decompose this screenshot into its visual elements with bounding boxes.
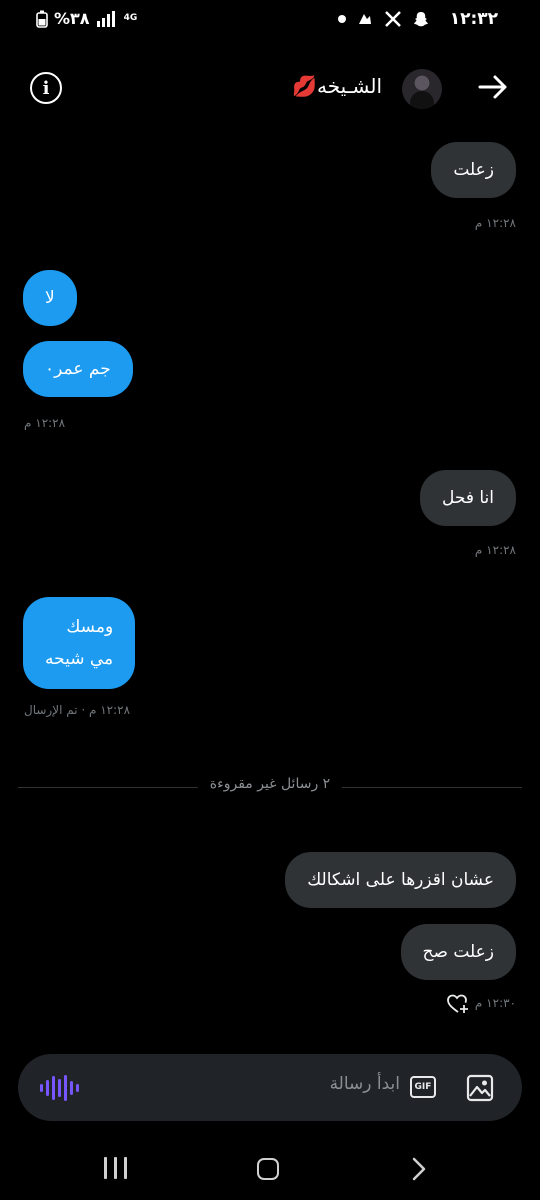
avatar[interactable] [402,69,442,109]
message-input[interactable]: ابدأ رسالة [200,1074,400,1094]
react-heart-add-icon[interactable] [446,993,470,1015]
message-bubble-incoming[interactable]: جم عمر٠ [23,341,133,397]
conversation-header: i الشـيخه💋 [0,60,540,118]
message-timestamp: ١٢:٢٨ م [474,216,516,230]
message-status: ١٢:٢٨ م · تم الإرسال [24,703,131,717]
home-icon[interactable] [257,1158,279,1180]
contact-name[interactable]: الشـيخه💋 [292,74,382,98]
message-bubble-outgoing[interactable]: زعلت [431,142,516,198]
arrow-right-icon[interactable] [476,70,510,104]
message-bubble-outgoing[interactable]: انا فحل [419,470,516,526]
status-left: %٣٨ 4G [36,9,137,28]
message-composer: ابدأ رسالة GIF [18,1054,522,1121]
snapchat-icon [414,12,428,27]
message-timestamp: ١٢:٣٠ م [474,996,516,1010]
back-icon[interactable] [406,1156,432,1182]
x-icon [385,11,401,27]
message-bubble-incoming[interactable]: لا [23,270,77,326]
battery-percent: %٣٨ [54,9,90,28]
signal-icon [96,10,115,27]
message-line: ومسك [66,617,114,637]
image-icon[interactable] [466,1074,494,1102]
message-line: مي شيحه [45,649,114,669]
message-bubble-outgoing[interactable]: زعلت صح [400,924,516,980]
message-bubble-outgoing[interactable]: عشان اقزرها على اشكالك [285,852,516,908]
status-right [338,10,430,28]
system-nav-bar [0,1140,540,1200]
notification-icon [359,14,371,24]
voice-waveform-icon[interactable] [40,1074,79,1102]
unread-divider-label: ٢ رسائل غير مقروءة [197,776,343,792]
message-timestamp: ١٢:٢٨ م [474,543,516,557]
gif-button[interactable]: GIF [410,1076,436,1098]
message-timestamp: ١٢:٢٨ م [24,416,66,430]
message-bubble-incoming[interactable]: ومسك مي شيحه [23,597,136,689]
battery-icon [36,10,48,28]
network-type: 4G [123,13,138,23]
dot-icon [338,15,346,23]
info-glyph: i [42,77,50,99]
status-bar: %٣٨ 4G ١٢:٣٢ [0,0,540,40]
info-icon[interactable]: i [30,72,62,104]
recent-apps-icon[interactable] [104,1157,127,1179]
status-time: ١٢:٣٢ [449,9,498,29]
